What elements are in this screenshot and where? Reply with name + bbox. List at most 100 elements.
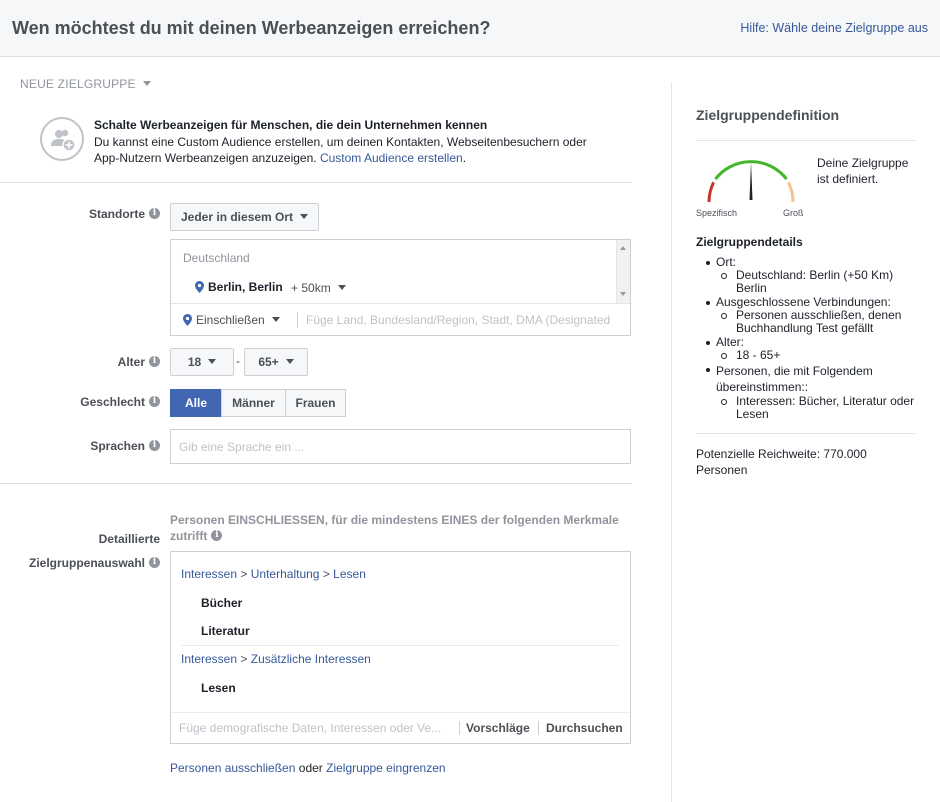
browse-button[interactable]: Durchsuchen [546, 721, 623, 735]
info-icon[interactable]: i [149, 208, 160, 220]
locations-label: Standorte i [89, 207, 160, 221]
detailed-targeting-box: Interessen > Unterhaltung > Lesen Bücher… [170, 551, 631, 744]
crumb-separator: > [322, 567, 330, 581]
custom-audience-suffix: . [462, 151, 467, 165]
detail-match: Personen, die mit Folgendem übereinstimm… [696, 363, 916, 421]
exclude-people-link[interactable]: Personen ausschließen [170, 761, 295, 775]
detail-match-value: Interessen: Bücher, Literatur oder Lesen [716, 395, 916, 421]
location-country: Deutschland [183, 251, 250, 265]
crumb-interests[interactable]: Interessen [181, 567, 237, 581]
age-label: Alter i [118, 355, 160, 369]
location-type-dropdown[interactable]: Jeder in diesem Ort [170, 203, 320, 231]
location-type-label: Jeder in diesem Ort [181, 210, 294, 224]
detailed-targeting-label-text: Zielgruppenauswahl [28, 556, 145, 570]
caret-down-icon [300, 214, 309, 220]
detailed-targeting-description-text: Personen EINSCHLIESSEN, für die mindeste… [170, 513, 619, 543]
audience-status: Deine Zielgruppe ist definiert. [817, 156, 909, 186]
detailed-targeting-description: Personen EINSCHLIESSEN, für die mindeste… [170, 512, 620, 544]
caret-down-icon [271, 317, 280, 323]
gender-women-button[interactable]: Frauen [285, 389, 346, 417]
crumb-interests[interactable]: Interessen [181, 652, 237, 666]
location-pin-icon [183, 313, 192, 326]
info-icon[interactable]: i [149, 440, 160, 452]
section-divider [0, 182, 632, 183]
audience-gauge: Spezifisch Groß [696, 152, 806, 218]
gauge-red-arc [707, 181, 715, 203]
location-pin-icon [195, 280, 204, 293]
detail-excluded-label: Ausgeschlossene Verbindungen: [716, 295, 891, 309]
page-title: Wen möchtest du mit deinen Werbeanzeigen… [12, 18, 491, 38]
caret-down-icon [208, 359, 217, 365]
targeting-item[interactable]: Literatur [201, 624, 250, 638]
section-divider [0, 483, 632, 484]
add-audience-icon [40, 117, 84, 161]
location-search-input[interactable] [306, 308, 624, 332]
crumb-additional-interests[interactable]: Zusätzliche Interessen [251, 652, 371, 666]
location-radius-dropdown[interactable]: + 50km [291, 281, 346, 295]
include-exclude-label: Einschließen [196, 313, 265, 327]
age-min-value: 18 [187, 355, 202, 369]
age-min-dropdown[interactable]: 18 [170, 348, 234, 376]
caret-down-icon [285, 359, 294, 365]
location-input-separator [297, 312, 298, 328]
detail-excluded-value: Personen ausschließen, denen Buchhandlun… [716, 309, 916, 335]
page-header: Wen möchtest du mit deinen Werbeanzeigen… [0, 0, 940, 57]
gauge-chart [707, 160, 795, 203]
crumb-separator: > [240, 567, 248, 581]
custom-audience-title: Schalte Werbeanzeigen für Menschen, die … [94, 118, 488, 132]
location-scrollbar[interactable] [616, 240, 630, 303]
detail-age-label: Alter: [716, 335, 745, 349]
audience-details-title: Zielgruppendetails [696, 235, 803, 249]
gauge-min-label: Spezifisch [696, 208, 738, 218]
panel-divider [696, 433, 916, 434]
crumb-entertainment[interactable]: Unterhaltung [251, 567, 320, 581]
input-separator [538, 721, 539, 735]
gauge-needle [749, 162, 753, 200]
targeting-item[interactable]: Bücher [201, 596, 242, 610]
age-max-value: 65+ [258, 355, 279, 369]
help-link[interactable]: Hilfe: Wähle deine Zielgruppe aus [740, 21, 928, 35]
custom-audience-text: Du kannst eine Custom Audience erstellen… [94, 134, 614, 166]
targeting-breadcrumb: Interessen > Zusätzliche Interessen [181, 652, 371, 666]
input-separator [459, 721, 460, 735]
detailed-targeting-input[interactable] [171, 716, 456, 740]
scroll-up-icon[interactable] [620, 246, 626, 250]
info-icon[interactable]: i [211, 530, 223, 542]
create-custom-audience-link[interactable]: Custom Audience erstellen [320, 151, 463, 165]
targeting-item[interactable]: Lesen [201, 681, 236, 695]
location-input-row: Einschließen [171, 303, 630, 335]
location-radius-value: + 50km [291, 281, 331, 295]
gender-label-text: Geschlecht [80, 395, 145, 409]
crumb-reading[interactable]: Lesen [333, 567, 366, 581]
location-city-name: Berlin, Berlin [208, 280, 283, 294]
include-exclude-dropdown[interactable]: Einschließen [183, 313, 280, 327]
group-divider [181, 645, 619, 646]
detail-location-value: Deutschland: Berlin (+50 Km) Berlin [716, 269, 916, 295]
languages-label: Sprachen i [90, 439, 160, 453]
detailed-targeting-input-row: Vorschläge Durchsuchen [171, 712, 630, 743]
info-icon[interactable]: i [149, 356, 160, 368]
language-input[interactable] [170, 429, 631, 464]
info-icon[interactable]: i [149, 557, 160, 569]
audience-details-list: Ort: Deutschland: Berlin (+50 Km) Berlin… [696, 256, 916, 422]
age-max-dropdown[interactable]: 65+ [244, 348, 308, 376]
detailed-targeting-label-1: Detaillierte [98, 532, 160, 546]
detail-location-label: Ort: [716, 255, 736, 269]
caret-down-icon [337, 285, 346, 291]
detail-match-label: Personen, die mit Folgendem übereinstimm… [716, 364, 873, 394]
audience-dropdown[interactable]: NEUE ZIELGRUPPE [20, 77, 151, 91]
detail-location: Ort: Deutschland: Berlin (+50 Km) Berlin [696, 256, 916, 295]
crumb-separator: > [240, 652, 248, 666]
locations-label-text: Standorte [88, 207, 145, 221]
targeting-form: NEUE ZIELGRUPPE Schalte Werbeanzeigen fü… [0, 57, 671, 802]
narrow-audience-link[interactable]: Zielgruppe eingrenzen [326, 761, 445, 775]
gauge-max-label: Groß [783, 208, 804, 218]
panel-divider [696, 140, 916, 141]
suggestions-button[interactable]: Vorschläge [466, 721, 530, 735]
info-icon[interactable]: i [149, 396, 160, 408]
audience-dropdown-label: NEUE ZIELGRUPPE [20, 77, 136, 91]
audience-definition-title: Zielgruppendefinition [696, 107, 840, 123]
scroll-down-icon[interactable] [620, 292, 626, 296]
gender-men-button[interactable]: Männer [221, 389, 286, 417]
gender-all-button[interactable]: Alle [170, 389, 222, 417]
